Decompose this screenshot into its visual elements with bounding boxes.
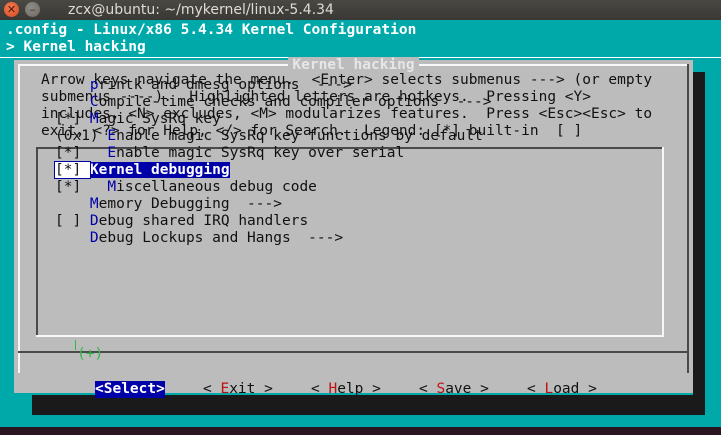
menu-item-misc-debug-code[interactable]: [*] Miscellaneous debug code <box>55 179 655 196</box>
help-button[interactable]: < Help > <box>311 381 381 398</box>
menu-item-debug-lockups[interactable]: Debug Lockups and Hangs ---> <box>55 230 655 247</box>
desktop-background <box>0 427 721 435</box>
menu-item-hotkey: E <box>107 145 117 161</box>
menu-item-magic-sysrq-key[interactable]: [*] Magic SysRq key <box>55 111 655 128</box>
menu-item-label: ernel debugging <box>98 162 230 178</box>
menu-item-prefix <box>55 77 90 93</box>
dialog-separator <box>18 351 689 353</box>
menu-item-hotkey: D <box>89 213 99 229</box>
listbox-border-right <box>662 147 664 337</box>
menu-item-kernel-debugging[interactable]: [*] Kernel debugging <box>54 161 655 179</box>
menu-item-prefix <box>55 230 90 246</box>
menu-item-checkbox: [*] <box>55 111 90 127</box>
button-hotkey: E <box>220 381 230 397</box>
menu-item-printk-options[interactable]: printk and dmesg options ---> <box>55 77 655 94</box>
button-bracket: < <box>419 381 437 397</box>
minimize-icon: – <box>29 3 36 16</box>
selected-highlight: Kernel debugging <box>89 162 230 178</box>
button-bracket: < <box>311 381 329 397</box>
menu-item-hotkey: K <box>89 162 99 178</box>
menu-item-label: emory Debugging ---> <box>98 196 282 212</box>
menu-item-hotkey: C <box>89 94 99 110</box>
more-items-indicator: (+) <box>77 346 104 362</box>
button-bracket: > <box>579 381 597 397</box>
menu-item-label: nable magic SysRq key over serial <box>116 145 405 161</box>
menu-item-sysrq-default[interactable]: (0x1) Enable magic SysRq key functions b… <box>55 128 655 145</box>
load-button[interactable]: < Load > <box>527 381 597 398</box>
menu-item-checkbox: [*] <box>55 145 108 161</box>
menu-item-checkbox: [*] <box>55 179 108 195</box>
button-hotkey: L <box>544 381 554 397</box>
button-bracket: > <box>363 381 381 397</box>
menu-item-debug-shared-irq[interactable]: [ ] Debug shared IRQ handlers <box>55 213 655 230</box>
dialog-border-left <box>18 64 20 373</box>
menu-item-prefix <box>55 94 90 110</box>
button-label: elect <box>112 381 157 397</box>
button-hotkey: S <box>436 381 446 397</box>
menu-item-hotkey: p <box>89 77 99 93</box>
button-bracket: < <box>527 381 545 397</box>
listbox-border-bottom <box>36 335 664 337</box>
button-label: oad <box>553 381 580 397</box>
menu-item-hotkey: M <box>89 111 99 127</box>
listbox-border-left <box>36 147 38 337</box>
select-button[interactable]: <Select> <box>95 381 165 398</box>
window-titlebar: ✕ – zcx@ubuntu: ~/mykernel/linux-5.4.34 <box>0 0 721 20</box>
close-icon: ✕ <box>6 3 17 16</box>
scroll-tick <box>75 340 76 350</box>
menu-item-checkbox: [*] <box>54 161 91 179</box>
terminal-area[interactable]: .config - Linux/x86 5.4.34 Kernel Config… <box>0 20 721 427</box>
menu-item-hotkey: M <box>89 196 99 212</box>
menu-list: printk and dmesg options ---> Compile-ti… <box>54 77 655 247</box>
save-button[interactable]: < Save > <box>419 381 489 398</box>
menu-item-compile-time-checks[interactable]: Compile-time checks and compiler options… <box>55 94 655 111</box>
menu-item-prefix <box>55 196 90 212</box>
breadcrumb: > Kernel hacking <box>6 39 146 55</box>
menu-item-label: ebug shared IRQ handlers <box>98 213 309 229</box>
menu-item-hotkey: M <box>107 179 117 195</box>
exit-button[interactable]: < Exit > <box>203 381 273 398</box>
menu-item-label: nable magic SysRq key functions by defau… <box>116 128 483 144</box>
button-bracket: > <box>471 381 489 397</box>
menu-item-sysrq-serial[interactable]: [*] Enable magic SysRq key over serial <box>55 145 655 162</box>
close-window-button[interactable]: ✕ <box>4 2 19 17</box>
menu-item-label: ebug Lockups and Hangs ---> <box>98 230 344 246</box>
button-bracket: > <box>156 381 165 397</box>
menu-item-label: rintk and dmesg options ---> <box>98 77 352 93</box>
button-bracket: < <box>203 381 221 397</box>
button-bracket: > <box>255 381 273 397</box>
menu-item-hotkey: E <box>107 128 117 144</box>
menu-item-label: ompile-time checks and compiler options … <box>98 94 492 110</box>
window-title: zcx@ubuntu: ~/mykernel/linux-5.4.34 <box>68 2 334 18</box>
menuconfig-dialog: Kernel hacking Arrow keys navigate the m… <box>14 57 693 398</box>
menu-item-label: iscellaneous debug code <box>116 179 317 195</box>
config-header: .config - Linux/x86 5.4.34 Kernel Config… <box>6 22 417 38</box>
button-hotkey: H <box>328 381 338 397</box>
button-label: elp <box>337 381 364 397</box>
menu-item-memory-debugging[interactable]: Memory Debugging ---> <box>55 196 655 213</box>
menu-item-label: agic SysRq key <box>98 111 221 127</box>
dialog-shadow-bottom <box>32 395 705 415</box>
button-label: xit <box>229 381 256 397</box>
menu-item-hotkey: D <box>89 230 99 246</box>
menu-item-checkbox: [ ] <box>55 213 90 229</box>
button-bracket: < <box>95 381 104 397</box>
minimize-window-button[interactable]: – <box>25 2 40 17</box>
button-label: ave <box>445 381 472 397</box>
menu-item-value: (0x1) <box>55 128 108 144</box>
